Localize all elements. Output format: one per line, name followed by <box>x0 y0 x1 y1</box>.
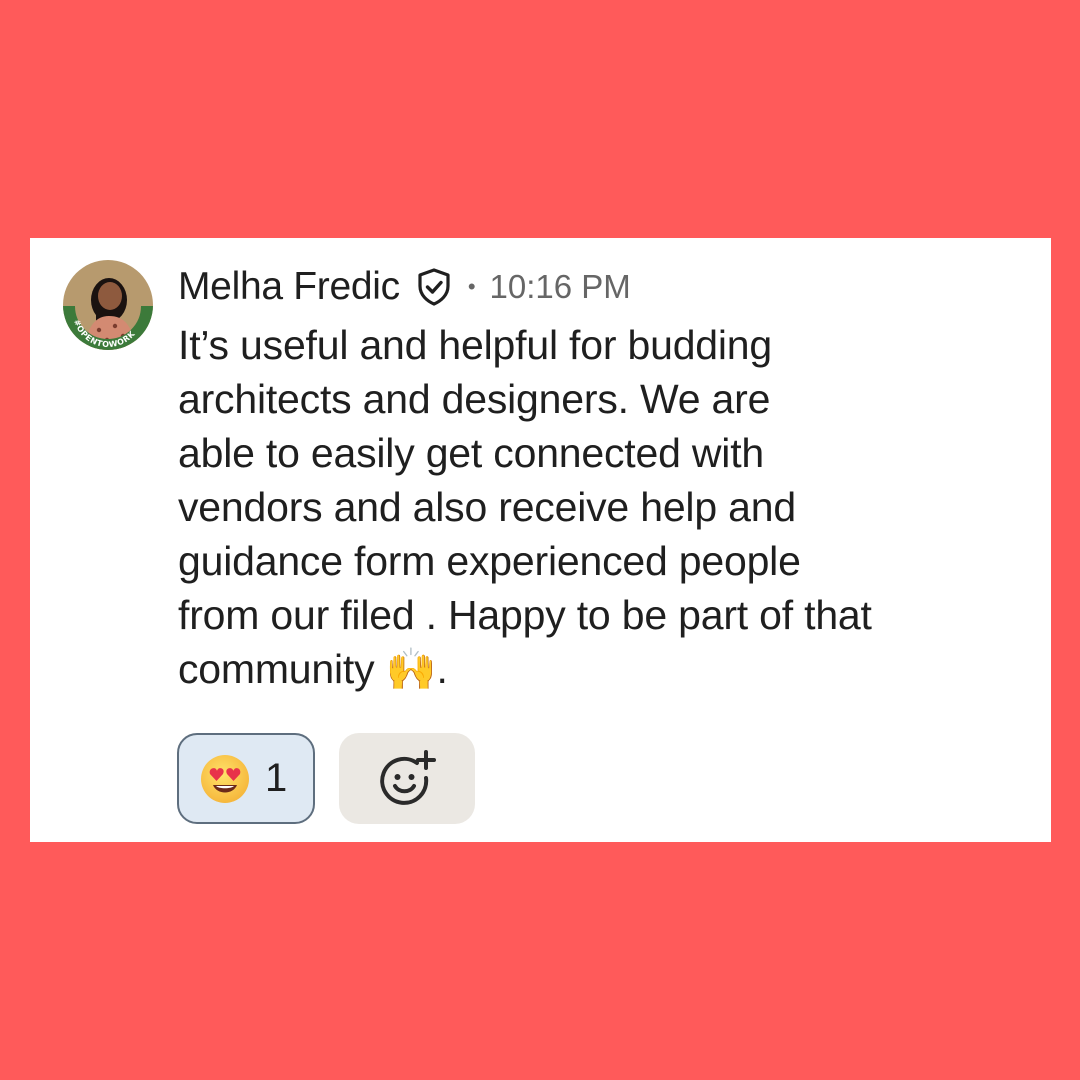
comment-card: #OPENTOWORK Melha Fredic • 10:16 PM It’s… <box>30 238 1051 842</box>
reaction-count: 1 <box>265 756 288 800</box>
heart-eyes-emoji-icon <box>201 754 249 803</box>
timestamp: 10:16 PM <box>489 268 631 305</box>
reactions-bar: 1 <box>177 733 475 824</box>
author-name[interactable]: Melha Fredic <box>178 265 400 309</box>
avatar[interactable]: #OPENTOWORK <box>63 260 153 350</box>
reaction-heart-eyes-button[interactable]: 1 <box>177 733 315 824</box>
avatar-image: #OPENTOWORK <box>63 260 153 350</box>
add-emoji-icon <box>380 749 436 805</box>
comment-text: It’s useful and helpful for budding arch… <box>178 322 872 692</box>
separator-dot: • <box>467 274 476 299</box>
add-reaction-button[interactable] <box>339 733 475 824</box>
comment-header: Melha Fredic • 10:16 PM <box>178 264 631 310</box>
verified-shield-icon <box>414 267 454 307</box>
